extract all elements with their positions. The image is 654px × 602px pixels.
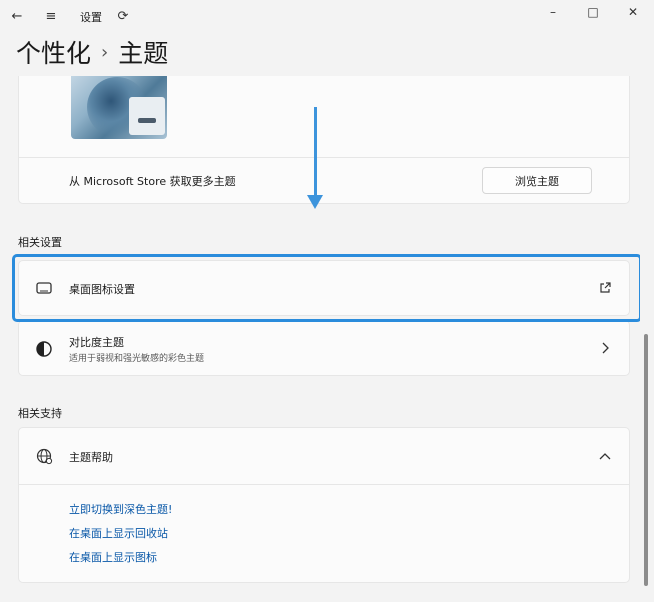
page-title: 主题 [118,39,169,68]
maximize-button[interactable]: □ [578,2,608,22]
settings-content: 从 Microsoft Store 获取更多主题 浏览主题 相关设置 桌面图标设… [0,76,640,602]
globe-help-icon [35,448,53,464]
external-link-icon [597,280,613,296]
annotation-arrow-head [307,195,323,209]
store-text: 从 Microsoft Store 获取更多主题 [69,175,236,188]
vertical-scrollbar[interactable] [644,334,648,586]
breadcrumb-parent[interactable]: 个性化 [16,34,91,70]
related-settings-label: 相关设置 [18,236,62,249]
contrast-themes-row[interactable]: 对比度主题 适用于弱视和强光敏感的彩色主题 [18,320,630,376]
title-bar: ← ≡ 设置 ⟳ – □ ✕ [0,0,654,32]
theme-help-links: 立即切换到深色主题! 在桌面上显示回收站 在桌面上显示图标 [69,502,172,574]
help-link-recycle-bin[interactable]: 在桌面上显示回收站 [69,526,172,550]
theme-preview-taskbar [138,118,156,123]
annotation-arrow-line [314,107,317,199]
minimize-button[interactable]: – [538,2,568,22]
breadcrumb: 个性化 › 主题 [16,34,168,70]
refresh-icon[interactable]: ⟳ [115,8,131,24]
breadcrumb-separator: › [101,41,109,63]
theme-thumbnail[interactable] [71,76,167,139]
theme-preview-window [129,97,165,135]
related-support-label: 相关支持 [18,407,62,420]
help-link-desktop-icons[interactable]: 在桌面上显示图标 [69,550,172,574]
theme-help-header[interactable]: 主题帮助 [19,428,629,485]
close-button[interactable]: ✕ [618,2,648,22]
theme-card: 从 Microsoft Store 获取更多主题 浏览主题 [18,76,630,204]
app-title: 设置 [80,11,102,24]
chevron-right-icon [597,340,613,356]
theme-help-title: 主题帮助 [69,451,113,464]
store-row: 从 Microsoft Store 获取更多主题 浏览主题 [19,157,629,204]
chevron-up-icon[interactable] [597,449,613,465]
contrast-icon [35,341,53,357]
hamburger-menu-icon[interactable]: ≡ [43,8,59,24]
contrast-themes-subtitle: 适用于弱视和强光敏感的彩色主题 [69,354,205,364]
desktop-icon-settings-row[interactable]: 桌面图标设置 [18,260,630,316]
theme-help-card: 主题帮助 立即切换到深色主题! 在桌面上显示回收站 在桌面上显示图标 [18,427,630,583]
browse-themes-button[interactable]: 浏览主题 [482,167,592,194]
monitor-icon [35,281,53,297]
help-link-dark-theme[interactable]: 立即切换到深色主题! [69,502,172,526]
back-arrow-icon[interactable]: ← [9,8,25,24]
desktop-icon-settings-title: 桌面图标设置 [69,283,135,296]
contrast-themes-title: 对比度主题 [69,336,124,349]
